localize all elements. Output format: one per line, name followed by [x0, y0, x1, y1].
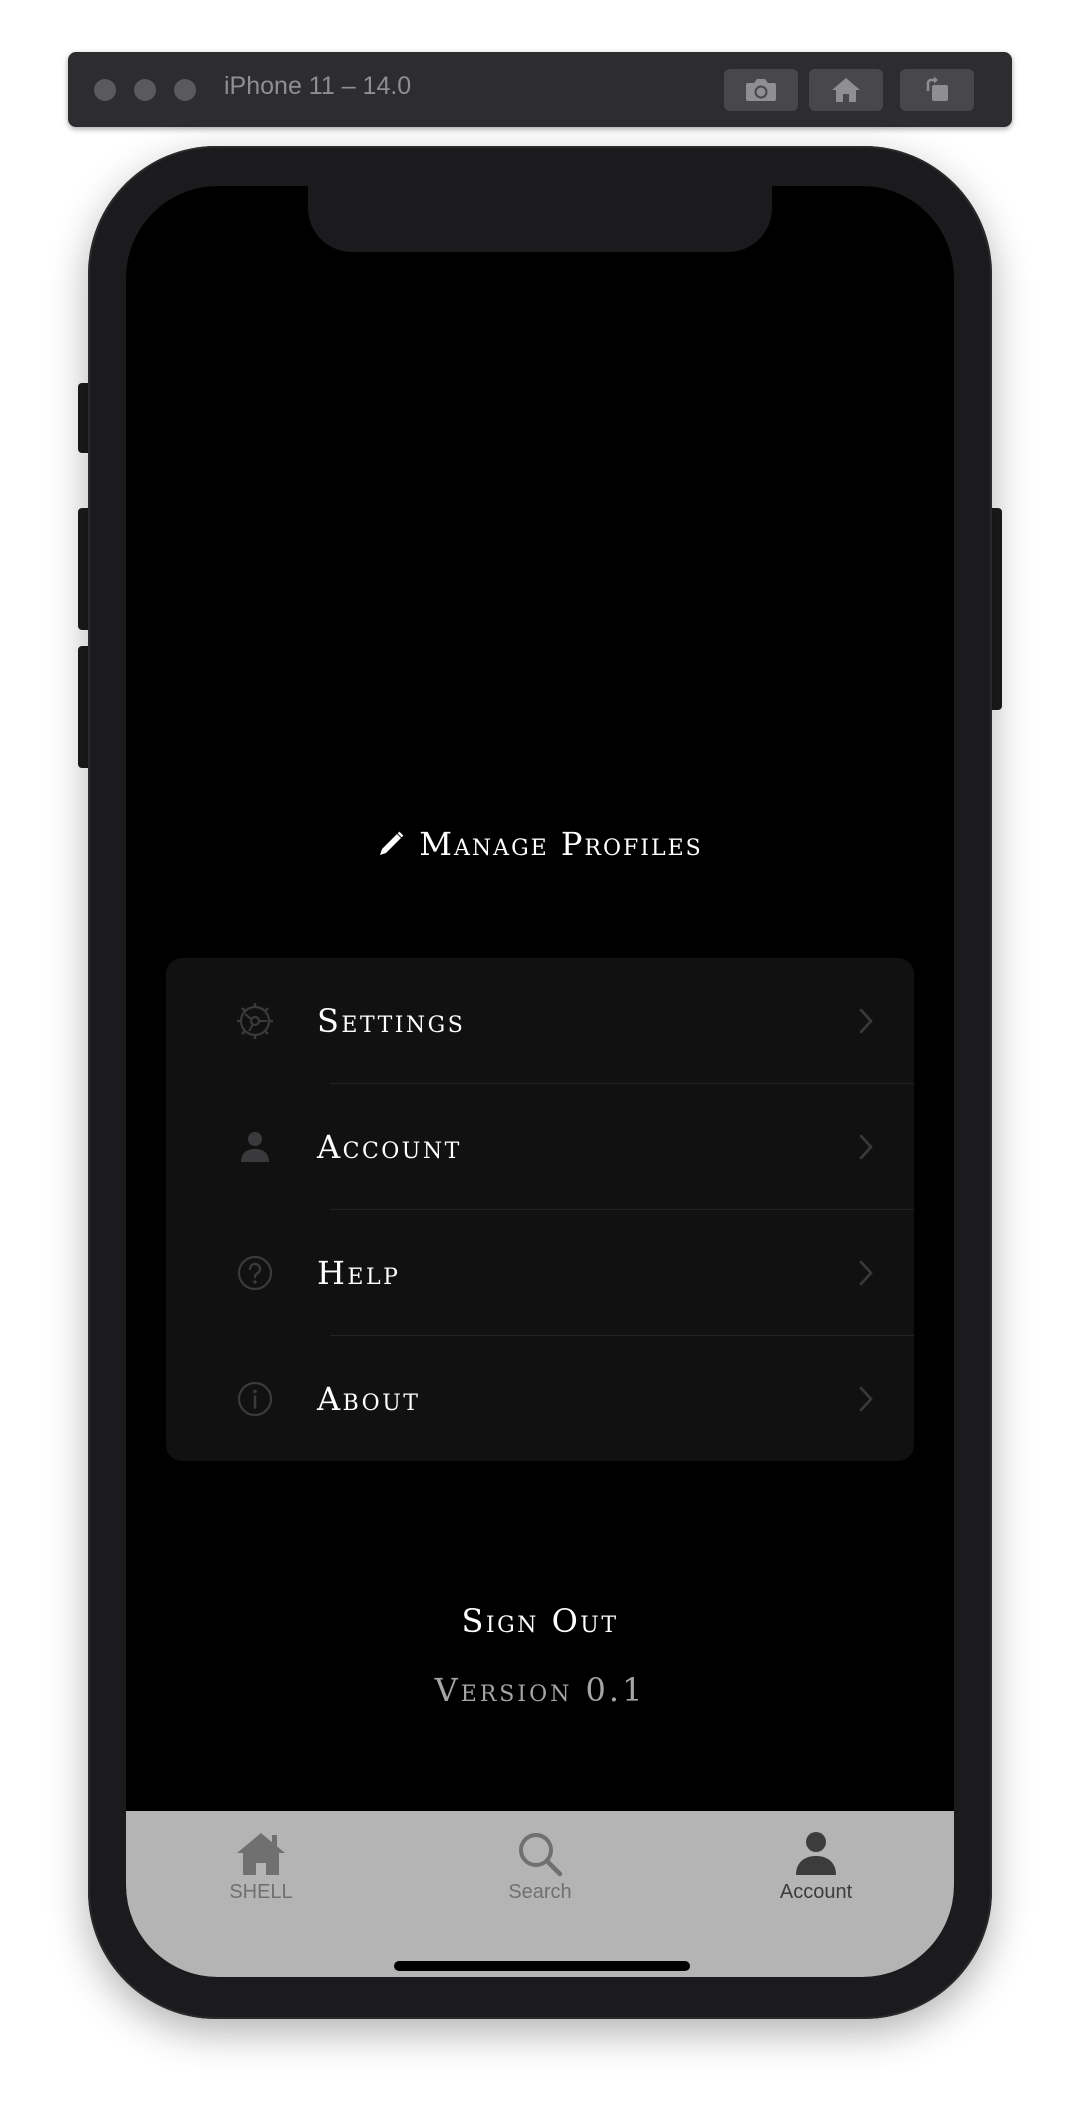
chevron-right-icon	[859, 1134, 873, 1160]
menu-item-help[interactable]: Help	[166, 1210, 914, 1336]
home-indicator[interactable]	[394, 1961, 690, 1971]
tab-account[interactable]: Account	[726, 1829, 906, 1909]
menu-item-label: Account	[317, 1128, 462, 1166]
menu-item-about[interactable]: About	[166, 1336, 914, 1461]
tab-label: SHELL	[229, 1881, 293, 1903]
home-icon	[829, 75, 863, 105]
chevron-right-icon	[859, 1386, 873, 1412]
chevron-right-icon	[859, 1260, 873, 1286]
minimize-window-button[interactable]	[134, 79, 156, 101]
version-label: Version 0.1	[434, 1671, 646, 1709]
pencil-icon	[377, 830, 405, 858]
chevron-right-icon	[859, 1008, 873, 1034]
tab-label: Account	[779, 1881, 853, 1903]
menu-item-account[interactable]: Account	[166, 1084, 914, 1210]
info-icon	[236, 1380, 274, 1418]
home-button[interactable]	[809, 69, 883, 111]
manage-profiles-button[interactable]: Manage Profiles	[126, 814, 954, 874]
menu-list: Settings Account Help About	[166, 958, 914, 1461]
house-icon	[171, 1829, 351, 1877]
simulator-window: iPhone 11 – 14.0 Manage Profiles Setting…	[0, 0, 1080, 2102]
simulator-title: iPhone 11 – 14.0	[224, 72, 412, 100]
sign-out-button[interactable]: Sign Out	[126, 1602, 954, 1640]
gear-icon	[236, 1002, 274, 1040]
screenshot-button[interactable]	[724, 69, 798, 111]
screenshot-icon	[744, 75, 778, 105]
close-window-button[interactable]	[94, 79, 116, 101]
manage-profiles-label: Manage Profiles	[419, 825, 703, 863]
rotate-icon	[920, 75, 954, 105]
notch	[308, 186, 772, 252]
search-icon	[450, 1829, 630, 1877]
tab-shell[interactable]: SHELL	[171, 1829, 351, 1909]
person-icon	[726, 1829, 906, 1877]
menu-item-settings[interactable]: Settings	[166, 958, 914, 1084]
simulator-toolbar: iPhone 11 – 14.0	[68, 52, 1012, 127]
question-icon	[236, 1254, 274, 1292]
phone-screen: Manage Profiles Settings Account Help Ab…	[126, 186, 954, 1977]
tab-search[interactable]: Search	[450, 1829, 630, 1909]
menu-item-label: Settings	[317, 1002, 466, 1040]
person-icon	[236, 1128, 274, 1166]
zoom-window-button[interactable]	[174, 79, 196, 101]
tab-label: Search	[508, 1881, 572, 1903]
menu-item-label: Help	[317, 1254, 401, 1292]
tab-bar: SHELL Search Account	[126, 1811, 954, 1977]
menu-item-label: About	[317, 1380, 421, 1418]
rotate-button[interactable]	[900, 69, 974, 111]
